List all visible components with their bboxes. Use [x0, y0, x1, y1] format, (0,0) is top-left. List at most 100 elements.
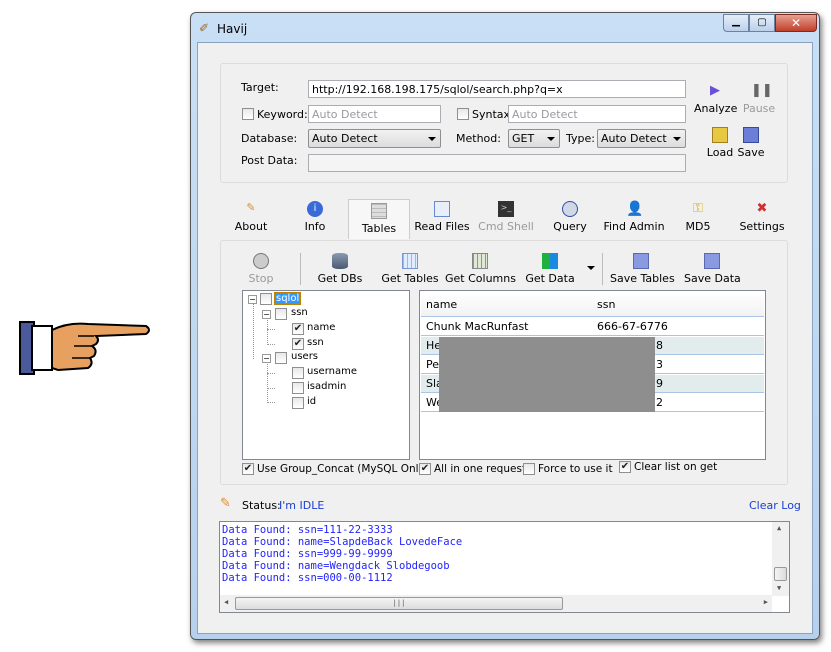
tab-label: MD5: [685, 220, 711, 233]
save-button[interactable]: Save: [736, 127, 766, 159]
clear-log-link[interactable]: Clear Log: [749, 499, 801, 512]
database-value: Auto Detect: [312, 132, 378, 145]
vertical-scrollbar[interactable]: ▲ ▼: [772, 522, 789, 596]
database-tree[interactable]: − sqlol − ssn ✔ name ✔ ssn − users usern…: [242, 290, 410, 460]
data-icon: [542, 253, 558, 269]
tab-about[interactable]: ✎ About: [226, 201, 276, 233]
cell-ssn: 9: [656, 377, 663, 390]
column-header-ssn[interactable]: ssn: [597, 298, 615, 311]
scroll-right-icon[interactable]: ▶: [764, 598, 768, 606]
terminal-icon: >_: [498, 201, 514, 217]
get-dbs-button[interactable]: Get DBs: [316, 253, 364, 285]
clear-list-checkbox[interactable]: ✔: [619, 461, 631, 473]
all-in-one-checkbox[interactable]: ✔: [419, 463, 431, 475]
scroll-left-icon[interactable]: ◀: [224, 598, 228, 606]
tree-node-column[interactable]: isadmin: [307, 381, 346, 392]
tables-icon: [402, 253, 418, 269]
horizontal-scroll-thumb[interactable]: |||: [235, 597, 563, 610]
log-output[interactable]: Data Found: ssn=111-22-3333 Data Found: …: [219, 521, 790, 613]
method-select[interactable]: GET: [508, 129, 560, 148]
tab-info[interactable]: i Info: [295, 201, 335, 233]
tree-node-table[interactable]: users: [291, 351, 318, 362]
pause-button[interactable]: ❚❚ Pause: [742, 83, 776, 115]
syntax-input[interactable]: Auto Detect: [508, 105, 686, 123]
tab-md5[interactable]: ⚿ MD5: [680, 201, 716, 233]
clear-list-label: Clear list on get: [634, 461, 718, 473]
tree-node-column[interactable]: ssn: [307, 337, 324, 348]
chevron-down-icon: [673, 137, 681, 141]
horizontal-scrollbar[interactable]: ◀ ||| ▶: [220, 595, 772, 612]
post-data-label: Post Data:: [241, 154, 298, 167]
collapse-icon[interactable]: −: [262, 354, 271, 363]
keyword-checkbox[interactable]: [242, 108, 254, 120]
log-line: Data Found: ssn=000-00-1112: [222, 572, 393, 584]
syntax-checkbox[interactable]: [457, 108, 469, 120]
method-value: GET: [512, 132, 535, 145]
stop-label: Stop: [248, 272, 274, 285]
force-checkbox[interactable]: [523, 463, 535, 475]
tab-find-admin[interactable]: 👤 Find Admin: [602, 201, 666, 233]
cell-ssn: 8: [656, 339, 663, 352]
tree-checkbox[interactable]: [292, 367, 304, 379]
post-data-input[interactable]: [308, 154, 686, 172]
tree-checkbox[interactable]: [260, 293, 272, 305]
vertical-scroll-thumb[interactable]: [774, 567, 787, 581]
tree-node-column[interactable]: name: [307, 322, 335, 333]
collapse-icon[interactable]: −: [248, 295, 257, 304]
tree-checkbox[interactable]: ✔: [292, 323, 304, 335]
database-label: Database:: [241, 132, 298, 145]
get-data-button[interactable]: Get Data: [524, 253, 576, 285]
tree-node-column[interactable]: username: [307, 366, 357, 377]
save-label: Save: [737, 146, 765, 159]
collapse-icon[interactable]: −: [262, 310, 271, 319]
tab-read-files[interactable]: Read Files: [414, 201, 470, 233]
keyword-input[interactable]: Auto Detect: [308, 105, 441, 123]
grid-header: name ssn: [421, 292, 764, 317]
column-header-name[interactable]: name: [426, 298, 457, 311]
maximize-button[interactable]: ▢: [749, 14, 775, 32]
scroll-down-icon[interactable]: ▼: [777, 584, 781, 592]
save-tables-button[interactable]: Save Tables: [610, 253, 675, 285]
get-data-dropdown-arrow[interactable]: [587, 266, 595, 270]
pause-label: Pause: [742, 102, 776, 115]
tab-tables[interactable]: Tables: [349, 203, 409, 235]
load-label: Load: [706, 146, 734, 159]
tab-label: Find Admin: [603, 220, 665, 233]
target-input[interactable]: http://192.168.198.175/sqlol/search.php?…: [308, 80, 686, 98]
carrot-icon: ✎: [220, 496, 231, 511]
database-select[interactable]: Auto Detect: [308, 129, 441, 148]
cell-name: Chunk MacRunfast: [426, 320, 529, 333]
tree-checkbox[interactable]: [292, 397, 304, 409]
tree-checkbox[interactable]: [292, 382, 304, 394]
tree-node-column[interactable]: id: [307, 396, 316, 407]
get-tables-label: Get Tables: [381, 272, 439, 285]
type-select[interactable]: Auto Detect: [597, 129, 686, 148]
chevron-down-icon: [428, 137, 436, 141]
get-dbs-label: Get DBs: [317, 272, 363, 285]
load-button[interactable]: Load: [705, 127, 735, 159]
keyword-label: Keyword:: [257, 108, 308, 121]
group-concat-checkbox[interactable]: ✔: [242, 463, 254, 475]
tree-node-table[interactable]: ssn: [291, 307, 308, 318]
columns-icon: [472, 253, 488, 269]
save-data-button[interactable]: Save Data: [684, 253, 741, 285]
tab-settings[interactable]: ✖ Settings: [736, 201, 788, 233]
tree-node-db[interactable]: sqlol: [274, 292, 302, 305]
data-grid[interactable]: name ssn Chunk MacRunfast 666-67-6776 He 8…: [419, 290, 766, 460]
tab-label: Read Files: [414, 220, 470, 233]
tab-query[interactable]: Query: [548, 201, 592, 233]
tab-label: Query: [553, 220, 587, 233]
minimize-button[interactable]: ▁: [723, 14, 749, 32]
floppy-icon: [743, 127, 759, 143]
tree-checkbox[interactable]: ✔: [292, 338, 304, 350]
table-row[interactable]: Chunk MacRunfast 666-67-6776: [421, 318, 764, 336]
close-button[interactable]: ✕: [775, 14, 817, 32]
tab-cmd-shell[interactable]: >_ Cmd Shell: [476, 201, 536, 233]
analyze-button[interactable]: ▶ Analyze: [694, 83, 737, 115]
stop-button[interactable]: Stop: [243, 253, 279, 285]
get-tables-button[interactable]: Get Tables: [380, 253, 440, 285]
get-columns-button[interactable]: Get Columns: [445, 253, 516, 285]
scroll-up-icon[interactable]: ▲: [777, 524, 781, 532]
tree-checkbox[interactable]: [275, 308, 287, 320]
tree-checkbox[interactable]: [275, 352, 287, 364]
